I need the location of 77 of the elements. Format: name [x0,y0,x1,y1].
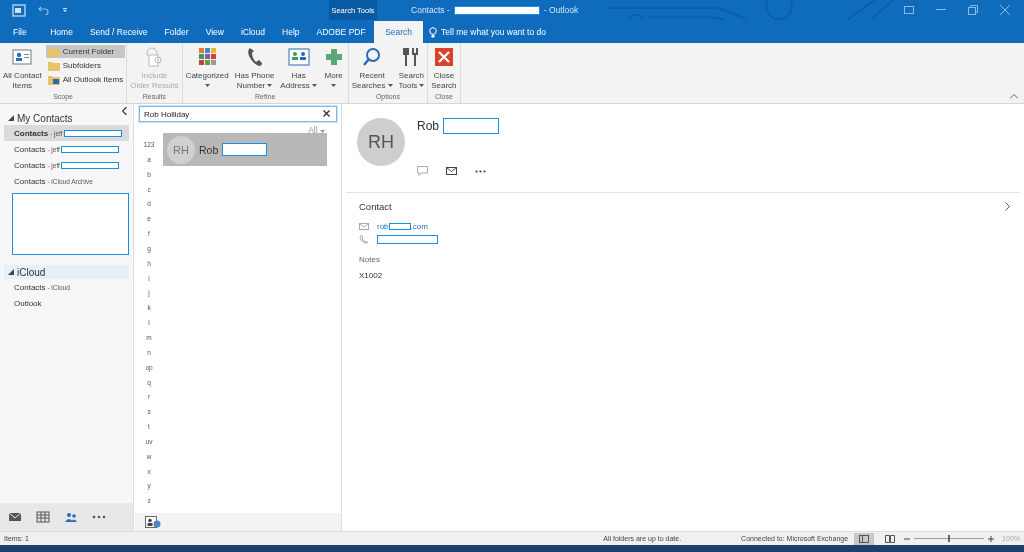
contact-name: Rob [417,119,439,133]
clear-search-icon[interactable] [323,110,330,117]
caret-icon [267,84,273,88]
caret-icon [331,84,337,87]
caret-icon [204,84,210,87]
calendar-icon[interactable] [36,511,50,523]
address-book-icon [287,46,310,68]
mail-icon[interactable] [8,511,22,523]
ribbon-tab[interactable]: ADOBE PDF [308,21,375,43]
chat-bubble-icon[interactable] [417,166,428,176]
caret-icon [311,84,317,88]
restore-icon[interactable] [968,5,978,15]
ribbon-tab[interactable]: View [197,21,233,43]
outlook-app-icon[interactable] [12,3,26,17]
ribbon-tab[interactable]: iCloud [232,21,274,43]
collapse-pane-icon[interactable] [122,107,127,115]
caret-icon [387,84,393,88]
ribbon-button[interactable]: Recent Searches [349,45,395,93]
expand-icon[interactable] [8,115,14,121]
window-title: Contacts - [411,5,450,15]
mail-icon[interactable] [446,167,457,175]
ribbon-button[interactable]: Has Phone Number [232,45,277,93]
phone-icon [359,235,369,244]
ribbon-tab[interactable]: Send / Receive [81,21,157,43]
folder-group-header[interactable]: iCloud [4,265,129,279]
expand-icon[interactable] [8,269,14,275]
ribbon-button[interactable]: More [320,45,347,93]
people-icon[interactable] [64,511,78,523]
email-link[interactable]: rob .com [377,222,428,231]
contact-name: Rob [199,143,219,156]
tell-me-search[interactable]: Tell me what you want to do [423,21,546,43]
close-box-icon [432,46,455,68]
ribbon-button[interactable]: Has Address [278,45,319,93]
contact-card[interactable]: RH Rob [163,133,327,166]
folder-icon [47,46,60,57]
folder-item[interactable]: Outlook [4,295,129,311]
zoom-thumb[interactable] [948,535,951,542]
minimize-icon[interactable] [936,9,946,11]
folder-contacts-icon [47,74,60,85]
color-grid-icon [196,46,219,68]
customize-toolbar-icon[interactable] [62,7,68,13]
envelope-icon [359,223,369,230]
ribbon-tab[interactable]: Help [273,21,308,43]
chevron-right-icon[interactable] [1005,202,1010,211]
ribbon-button[interactable]: Search Tools [396,45,427,93]
ribbon-tab[interactable]: File [0,21,42,43]
close-icon[interactable] [1000,5,1010,15]
more-icon[interactable] [475,169,486,173]
window-title-suffix: - Outlook [543,5,579,15]
normal-view-icon[interactable] [854,532,875,545]
contact-globe-icon[interactable] [145,516,161,528]
ribbon-button[interactable]: All Contact Items [1,45,44,93]
scope-option[interactable]: Subfolders [45,59,126,72]
search-field[interactable]: Rob Holliday [139,106,337,122]
ribbon-tab[interactable]: Home [41,21,82,43]
ribbon-display-icon[interactable] [904,6,914,14]
ribbon-tab[interactable]: Folder [156,21,198,43]
notes-label: Notes [359,255,381,264]
ribbon-button[interactable]: Close Search [429,45,459,93]
zoom-in-icon[interactable] [988,535,995,542]
section-heading: Contact [359,201,392,212]
redaction-box [222,143,268,156]
folder-group-header[interactable]: My Contacts [4,111,129,125]
notes-text: X1002 [359,271,384,280]
lightbulb-icon [429,26,438,38]
redaction-box [377,235,438,244]
ribbon-button[interactable]: Categorized [183,45,231,93]
avatar-initials: RH [357,118,405,166]
undo-icon[interactable] [38,5,50,15]
scope-option[interactable]: Current Folder [45,45,126,58]
avatar-initials: RH [167,135,195,164]
ribbon-tab[interactable]: Search [374,21,424,43]
contact-card-icon [11,46,34,68]
folder-icon [47,60,60,71]
redaction-box [443,118,499,134]
scope-option[interactable]: All Outlook Items [45,73,126,86]
caret-icon [419,84,425,88]
